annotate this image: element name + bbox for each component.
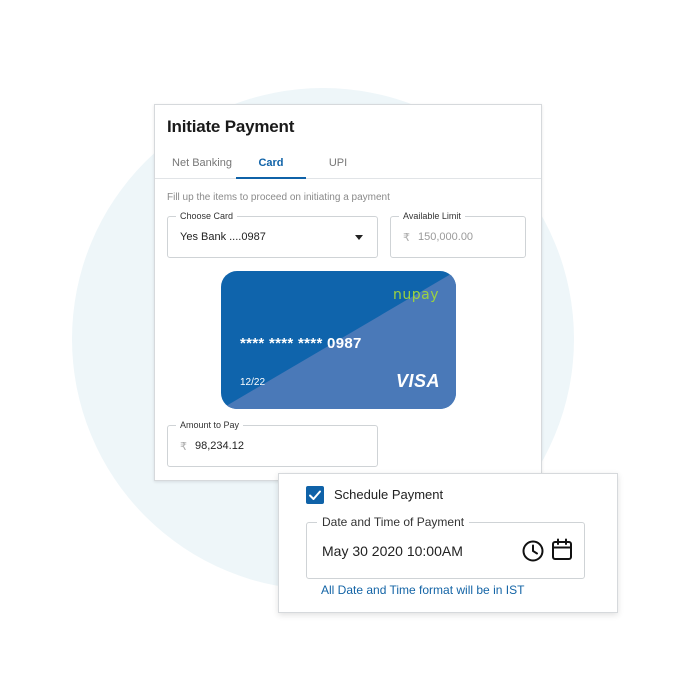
available-limit-label: Available Limit: [399, 210, 465, 222]
amount-to-pay-label: Amount to Pay: [176, 419, 244, 431]
amount-to-pay-value: 98,234.12: [195, 440, 244, 452]
schedule-payment-label: Schedule Payment: [334, 487, 444, 502]
panel-title: Initiate Payment: [167, 117, 295, 136]
available-limit-value: 150,000.00: [418, 231, 474, 243]
form-hint: Fill up the items to proceed on initiati…: [167, 192, 390, 203]
schedule-payment-checkbox[interactable]: [306, 486, 324, 504]
date-time-value: May 30 2020 10:00AM: [322, 543, 463, 559]
credit-card-preview: nupay **** **** **** 0987 12/22 VISA: [221, 271, 456, 409]
dropdown-caret-icon: [355, 235, 363, 240]
calendar-icon[interactable]: [551, 538, 573, 562]
available-limit-field: Available Limit ₹ 150,000.00: [390, 210, 526, 258]
timezone-note: All Date and Time format will be in IST: [321, 583, 525, 597]
payment-tabs: Net Banking Card UPI: [155, 149, 541, 179]
rupee-symbol: ₹: [180, 441, 187, 453]
tab-net-banking[interactable]: Net Banking: [165, 149, 239, 179]
card-brand-logo: nupay: [393, 287, 439, 303]
card-expiry: 12/22: [240, 377, 266, 388]
clock-icon[interactable]: [521, 539, 545, 563]
card-network-logo: VISA: [395, 371, 440, 391]
choose-card-value: Yes Bank ....0987: [180, 231, 266, 243]
schedule-payment-panel: Schedule Payment Date and Time of Paymen…: [278, 473, 618, 613]
tab-card[interactable]: Card: [236, 149, 306, 179]
date-time-field[interactable]: Date and Time of Payment May 30 2020 10:…: [306, 514, 585, 579]
amount-to-pay-field[interactable]: Amount to Pay ₹ 98,234.12: [167, 419, 378, 467]
card-number: **** **** **** 0987: [240, 335, 362, 352]
rupee-symbol: ₹: [403, 232, 410, 244]
tab-upi[interactable]: UPI: [315, 149, 361, 179]
check-icon: [309, 490, 321, 500]
choose-card-label: Choose Card: [176, 210, 238, 222]
choose-card-select[interactable]: Choose Card Yes Bank ....0987: [167, 210, 378, 258]
date-time-label: Date and Time of Payment: [317, 514, 470, 530]
initiate-payment-panel: Initiate Payment Net Banking Card UPI Fi…: [154, 104, 542, 481]
